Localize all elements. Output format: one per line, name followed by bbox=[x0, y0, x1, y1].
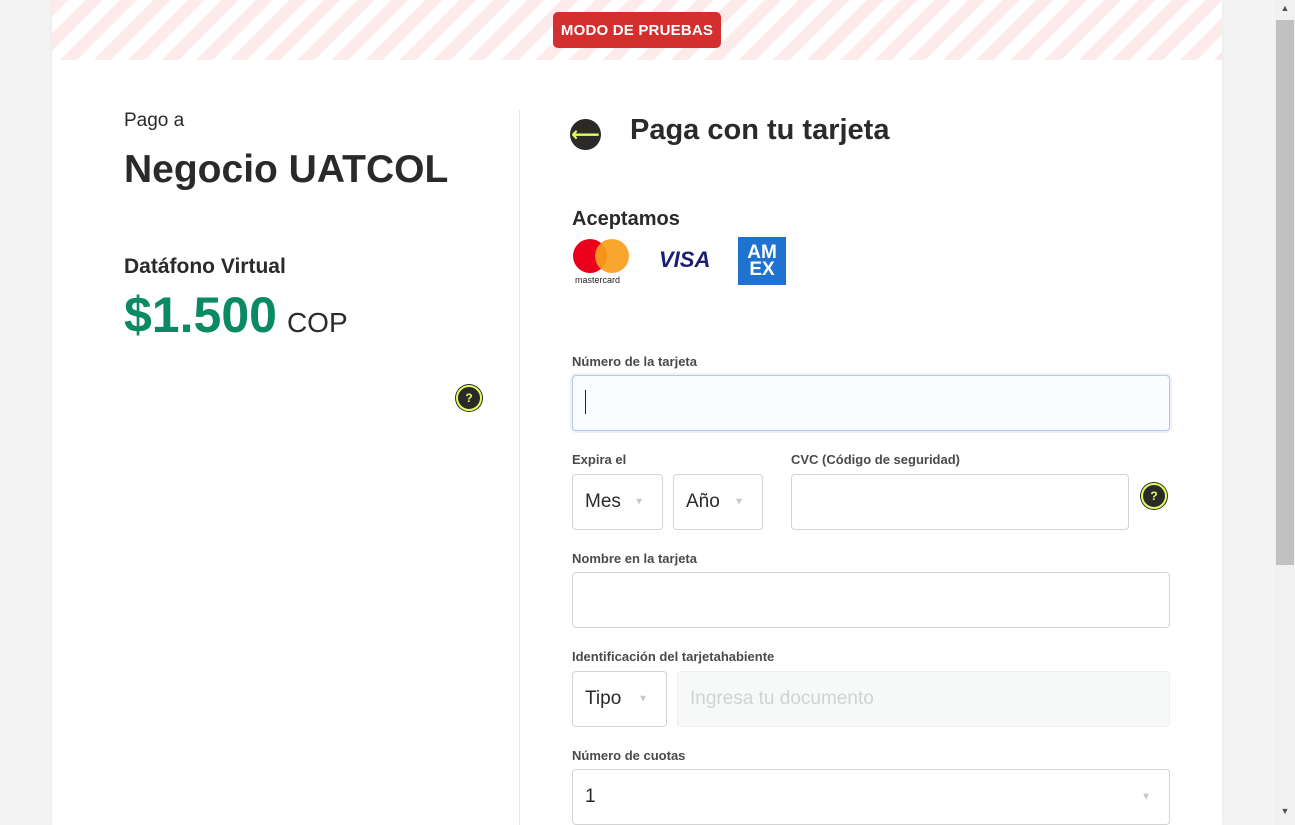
chevron-down-icon: ▼ bbox=[634, 496, 644, 508]
text-caret bbox=[585, 390, 586, 414]
checkout-card: MODO DE PRUEBAS Pago a Negocio UATCOL Da… bbox=[52, 0, 1222, 825]
chevron-down-icon: ▼ bbox=[638, 693, 648, 705]
test-mode-badge: MODO DE PRUEBAS bbox=[553, 12, 721, 48]
mastercard-orange-circle bbox=[595, 239, 629, 273]
scroll-up-arrow-icon[interactable]: ▲ bbox=[1275, 3, 1295, 17]
amex-logo-line2: EX bbox=[749, 259, 775, 280]
chevron-down-icon: ▼ bbox=[1141, 791, 1151, 803]
mastercard-wordmark: mastercard bbox=[575, 275, 621, 285]
expiry-label: Expira el bbox=[572, 452, 627, 467]
visa-logo: VISA bbox=[659, 247, 711, 272]
expiry-year-select[interactable]: Año ▼ bbox=[673, 474, 763, 530]
id-type-select[interactable]: Tipo ▼ bbox=[572, 671, 667, 727]
expiry-year-value: Año bbox=[686, 491, 720, 512]
merchant-name: Negocio UATCOL bbox=[124, 148, 449, 191]
pay-to-label: Pago a bbox=[124, 110, 185, 131]
card-number-input[interactable] bbox=[572, 375, 1170, 431]
scrollbar-thumb[interactable] bbox=[1276, 20, 1294, 565]
back-arrow-icon[interactable]: ⟵ bbox=[570, 119, 601, 150]
product-name: Datáfono Virtual bbox=[124, 255, 286, 278]
installments-label: Número de cuotas bbox=[572, 748, 686, 763]
id-document-input[interactable]: Ingresa tu documento bbox=[677, 671, 1170, 727]
column-divider bbox=[519, 110, 520, 825]
amex-logo: AM EX bbox=[738, 237, 786, 285]
currency-label: COP bbox=[286, 307, 348, 338]
amount-value: $1.500 bbox=[124, 287, 277, 343]
summary-help-icon[interactable]: ? bbox=[456, 385, 482, 411]
identification-label: Identificación del tarjetahabiente bbox=[572, 649, 775, 664]
accepted-cards-title: Aceptamos bbox=[572, 208, 680, 230]
form-title: Paga con tu tarjeta bbox=[630, 114, 890, 146]
cardholder-name-label: Nombre en la tarjeta bbox=[572, 551, 697, 566]
cvc-input[interactable] bbox=[791, 474, 1129, 530]
expiry-month-select[interactable]: Mes ▼ bbox=[572, 474, 663, 530]
cvc-help-icon[interactable]: ? bbox=[1141, 483, 1167, 509]
chevron-down-icon: ▼ bbox=[734, 496, 744, 508]
installments-select[interactable]: 1 ▼ bbox=[572, 769, 1170, 825]
test-mode-banner: MODO DE PRUEBAS bbox=[52, 0, 1222, 60]
mastercard-logo: mastercard bbox=[572, 237, 632, 285]
expiry-month-value: Mes bbox=[585, 491, 621, 512]
amount-row: $1.500 COP bbox=[124, 286, 348, 344]
id-document-placeholder: Ingresa tu documento bbox=[690, 688, 874, 709]
installments-value: 1 bbox=[585, 786, 596, 807]
id-type-value: Tipo bbox=[585, 688, 622, 709]
cardholder-name-input[interactable] bbox=[572, 572, 1170, 628]
card-number-label: Número de la tarjeta bbox=[572, 354, 697, 369]
scroll-down-arrow-icon[interactable]: ▼ bbox=[1275, 806, 1295, 820]
cvc-label: CVC (Código de seguridad) bbox=[791, 452, 960, 467]
